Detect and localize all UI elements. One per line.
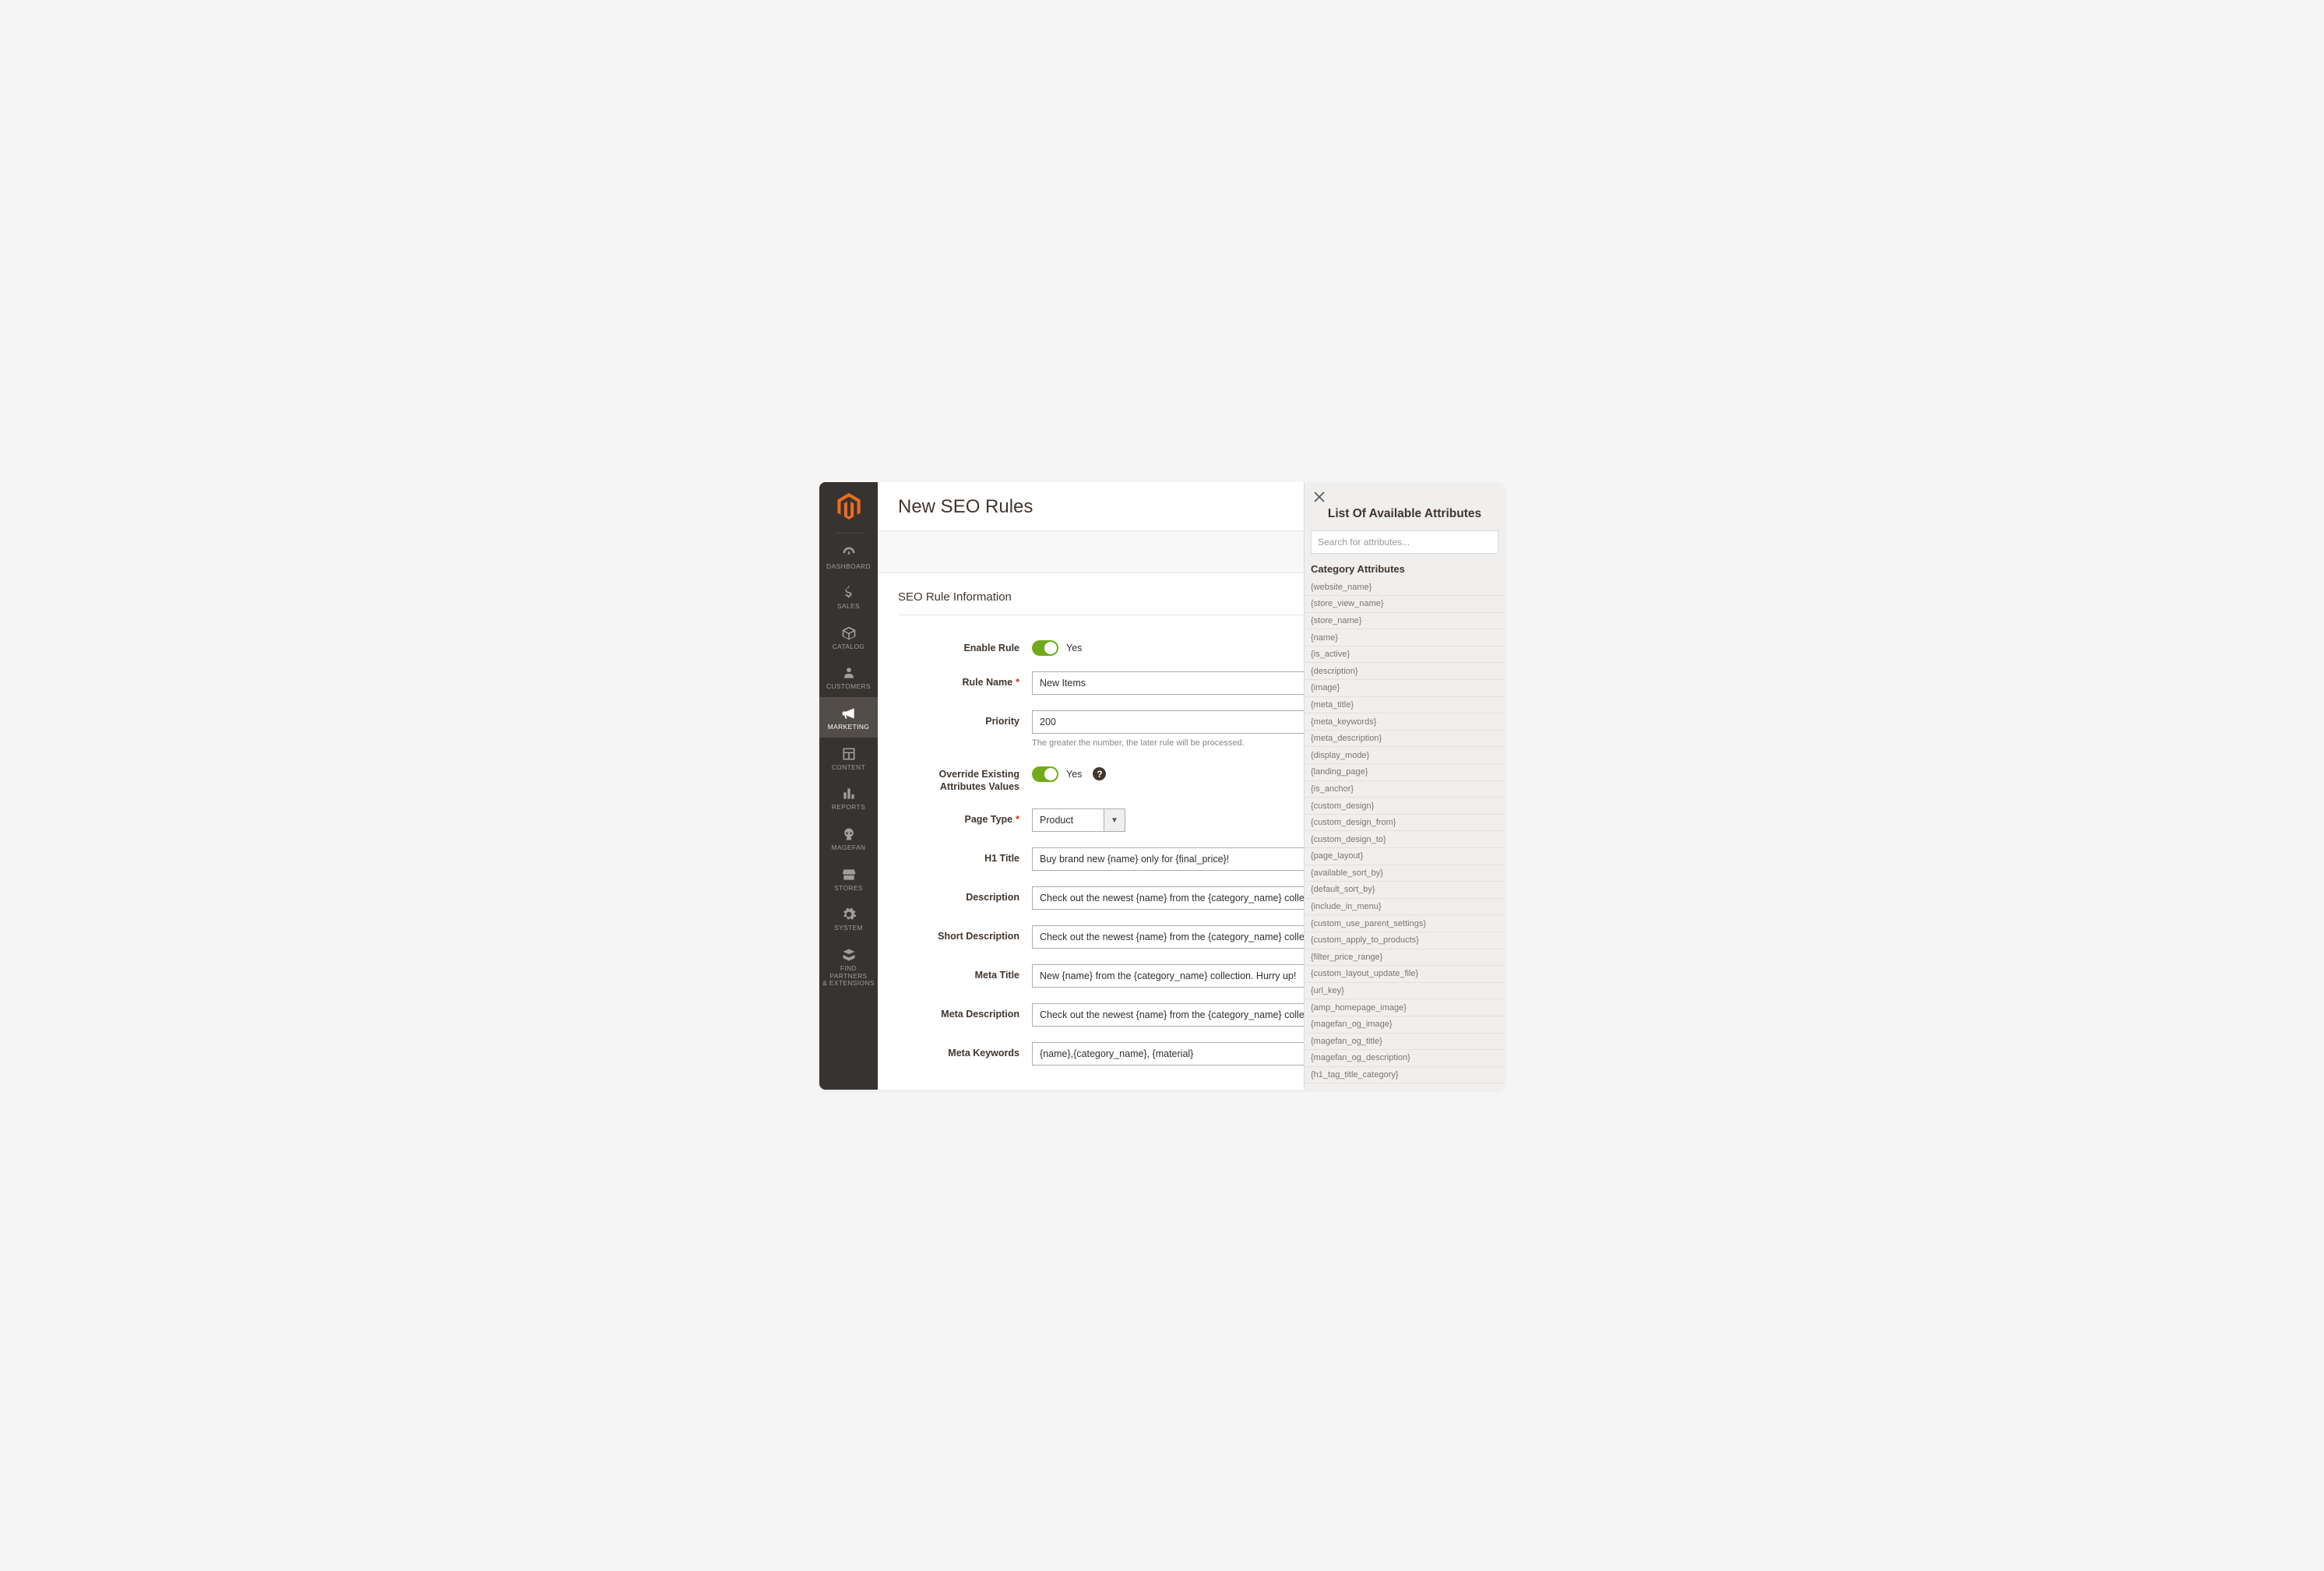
person-icon xyxy=(841,664,857,682)
attribute-item[interactable]: {description} xyxy=(1305,663,1505,680)
attribute-item[interactable]: {is_anchor} xyxy=(1305,781,1505,798)
sidebar-label: MAGEFAN xyxy=(832,844,866,852)
magefan-icon xyxy=(841,826,857,843)
sidebar-label: STORES xyxy=(834,885,863,893)
h1-title-label: H1 Title xyxy=(898,847,1032,865)
attribute-item[interactable]: {custom_design} xyxy=(1305,798,1505,815)
attribute-item[interactable]: {filter_price_range} xyxy=(1305,949,1505,967)
close-button[interactable] xyxy=(1312,490,1326,504)
store-icon xyxy=(841,866,857,883)
sidebar-item-magefan[interactable]: MAGEFAN xyxy=(819,818,878,858)
dollar-icon xyxy=(841,584,857,601)
sidebar-item-dashboard[interactable]: DASHBOARD xyxy=(819,537,878,577)
attribute-item[interactable]: {custom_apply_to_products} xyxy=(1305,932,1505,949)
sidebar-label: FIND PARTNERS & EXTENSIONS xyxy=(821,965,876,988)
attribute-search-input[interactable]: Search for attributes... xyxy=(1311,530,1498,554)
dashboard-icon xyxy=(841,544,857,562)
attribute-item[interactable]: {meta_description} xyxy=(1305,731,1505,748)
panel-section-title: Category Attributes xyxy=(1305,563,1505,579)
help-icon[interactable]: ? xyxy=(1093,767,1106,780)
partners-icon xyxy=(841,946,857,963)
attributes-panel: List Of Available Attributes Search for … xyxy=(1304,482,1505,1090)
attribute-item[interactable]: {available_sort_by} xyxy=(1305,865,1505,882)
sidebar-item-sales[interactable]: SALES xyxy=(819,576,878,617)
page-type-label: Page Type* xyxy=(898,808,1032,826)
sidebar-label: CATALOG xyxy=(833,643,865,651)
attribute-item[interactable]: {is_active} xyxy=(1305,646,1505,664)
attribute-item[interactable]: {magefan_og_description} xyxy=(1305,1050,1505,1067)
sidebar-item-partners[interactable]: FIND PARTNERS & EXTENSIONS xyxy=(819,939,878,994)
attribute-item[interactable]: {website_name} xyxy=(1305,579,1505,597)
sidebar-item-stores[interactable]: STORES xyxy=(819,858,878,899)
description-label: Description xyxy=(898,886,1032,904)
sidebar-label: CUSTOMERS xyxy=(826,683,871,691)
sidebar-label: SALES xyxy=(837,603,860,611)
sidebar-item-catalog[interactable]: CATALOG xyxy=(819,617,878,657)
bars-icon xyxy=(841,785,857,802)
attribute-item[interactable]: {default_sort_by} xyxy=(1305,882,1505,899)
layout-icon xyxy=(841,745,857,763)
sidebar-divider xyxy=(835,533,863,534)
override-toggle[interactable] xyxy=(1032,766,1058,782)
attribute-item[interactable]: {amp_homepage_image} xyxy=(1305,999,1505,1016)
attribute-item[interactable]: {include_in_menu} xyxy=(1305,899,1505,916)
panel-title: List Of Available Attributes xyxy=(1305,504,1505,530)
box-icon xyxy=(841,625,857,642)
attribute-item[interactable]: {display_mode} xyxy=(1305,747,1505,764)
sidebar-label: DASHBOARD xyxy=(826,563,871,571)
page-type-value: Product xyxy=(1032,808,1104,832)
attribute-item[interactable]: {custom_use_parent_settings} xyxy=(1305,915,1505,932)
meta-title-label: Meta Title xyxy=(898,964,1032,981)
enable-rule-value: Yes xyxy=(1066,643,1082,653)
priority-label: Priority xyxy=(898,710,1032,727)
magento-logo xyxy=(837,482,861,530)
sidebar-item-customers[interactable]: CUSTOMERS xyxy=(819,657,878,697)
enable-rule-toggle[interactable] xyxy=(1032,640,1058,656)
attribute-item[interactable]: {name} xyxy=(1305,629,1505,646)
attribute-item[interactable]: {magefan_og_title} xyxy=(1305,1034,1505,1051)
attribute-item[interactable]: {image} xyxy=(1305,680,1505,697)
meta-keywords-label: Meta Keywords xyxy=(898,1042,1032,1059)
admin-sidebar: DASHBOARD SALES CATALOG CUSTOMERS MARKET… xyxy=(819,482,878,1090)
attribute-item[interactable]: {store_name} xyxy=(1305,613,1505,630)
attribute-item[interactable]: {landing_page} xyxy=(1305,764,1505,781)
attribute-item[interactable]: {store_view_name} xyxy=(1305,596,1505,613)
sidebar-item-reports[interactable]: REPORTS xyxy=(819,777,878,818)
page-type-select[interactable]: Product ▼ xyxy=(1032,808,1125,832)
attribute-item[interactable]: {magefan_og_image} xyxy=(1305,1016,1505,1034)
sidebar-item-system[interactable]: SYSTEM xyxy=(819,898,878,939)
attribute-item[interactable]: {meta_title} xyxy=(1305,697,1505,714)
attribute-item[interactable]: {page_layout} xyxy=(1305,848,1505,865)
override-value: Yes xyxy=(1066,769,1082,780)
attribute-item[interactable]: {meta_keywords} xyxy=(1305,713,1505,731)
attribute-item[interactable]: {h1_tag_title_category} xyxy=(1305,1067,1505,1084)
search-placeholder: Search for attributes... xyxy=(1318,537,1410,548)
gear-icon xyxy=(841,906,857,923)
attribute-item[interactable]: {custom_layout_update_file} xyxy=(1305,966,1505,983)
sidebar-label: SYSTEM xyxy=(834,925,863,932)
meta-description-label: Meta Description xyxy=(898,1003,1032,1020)
sidebar-label: CONTENT xyxy=(832,764,865,772)
chevron-down-icon: ▼ xyxy=(1104,808,1125,832)
override-label: Override Existing Attributes Values xyxy=(898,763,1032,794)
sidebar-item-content[interactable]: CONTENT xyxy=(819,738,878,778)
megaphone-icon xyxy=(841,705,857,722)
sidebar-item-marketing[interactable]: MARKETING xyxy=(819,697,878,738)
rule-name-label: Rule Name* xyxy=(898,671,1032,689)
enable-rule-label: Enable Rule xyxy=(898,637,1032,654)
attribute-list: {website_name}{store_view_name}{store_na… xyxy=(1305,579,1505,1090)
sidebar-label: MARKETING xyxy=(828,724,869,731)
attribute-item[interactable]: {url_key} xyxy=(1305,983,1505,1000)
app-frame: DASHBOARD SALES CATALOG CUSTOMERS MARKET… xyxy=(819,482,1505,1090)
short-description-label: Short Description xyxy=(898,925,1032,942)
attribute-item[interactable]: {custom_design_to} xyxy=(1305,831,1505,848)
sidebar-label: REPORTS xyxy=(832,804,865,812)
attribute-item[interactable]: {custom_design_from} xyxy=(1305,815,1505,832)
